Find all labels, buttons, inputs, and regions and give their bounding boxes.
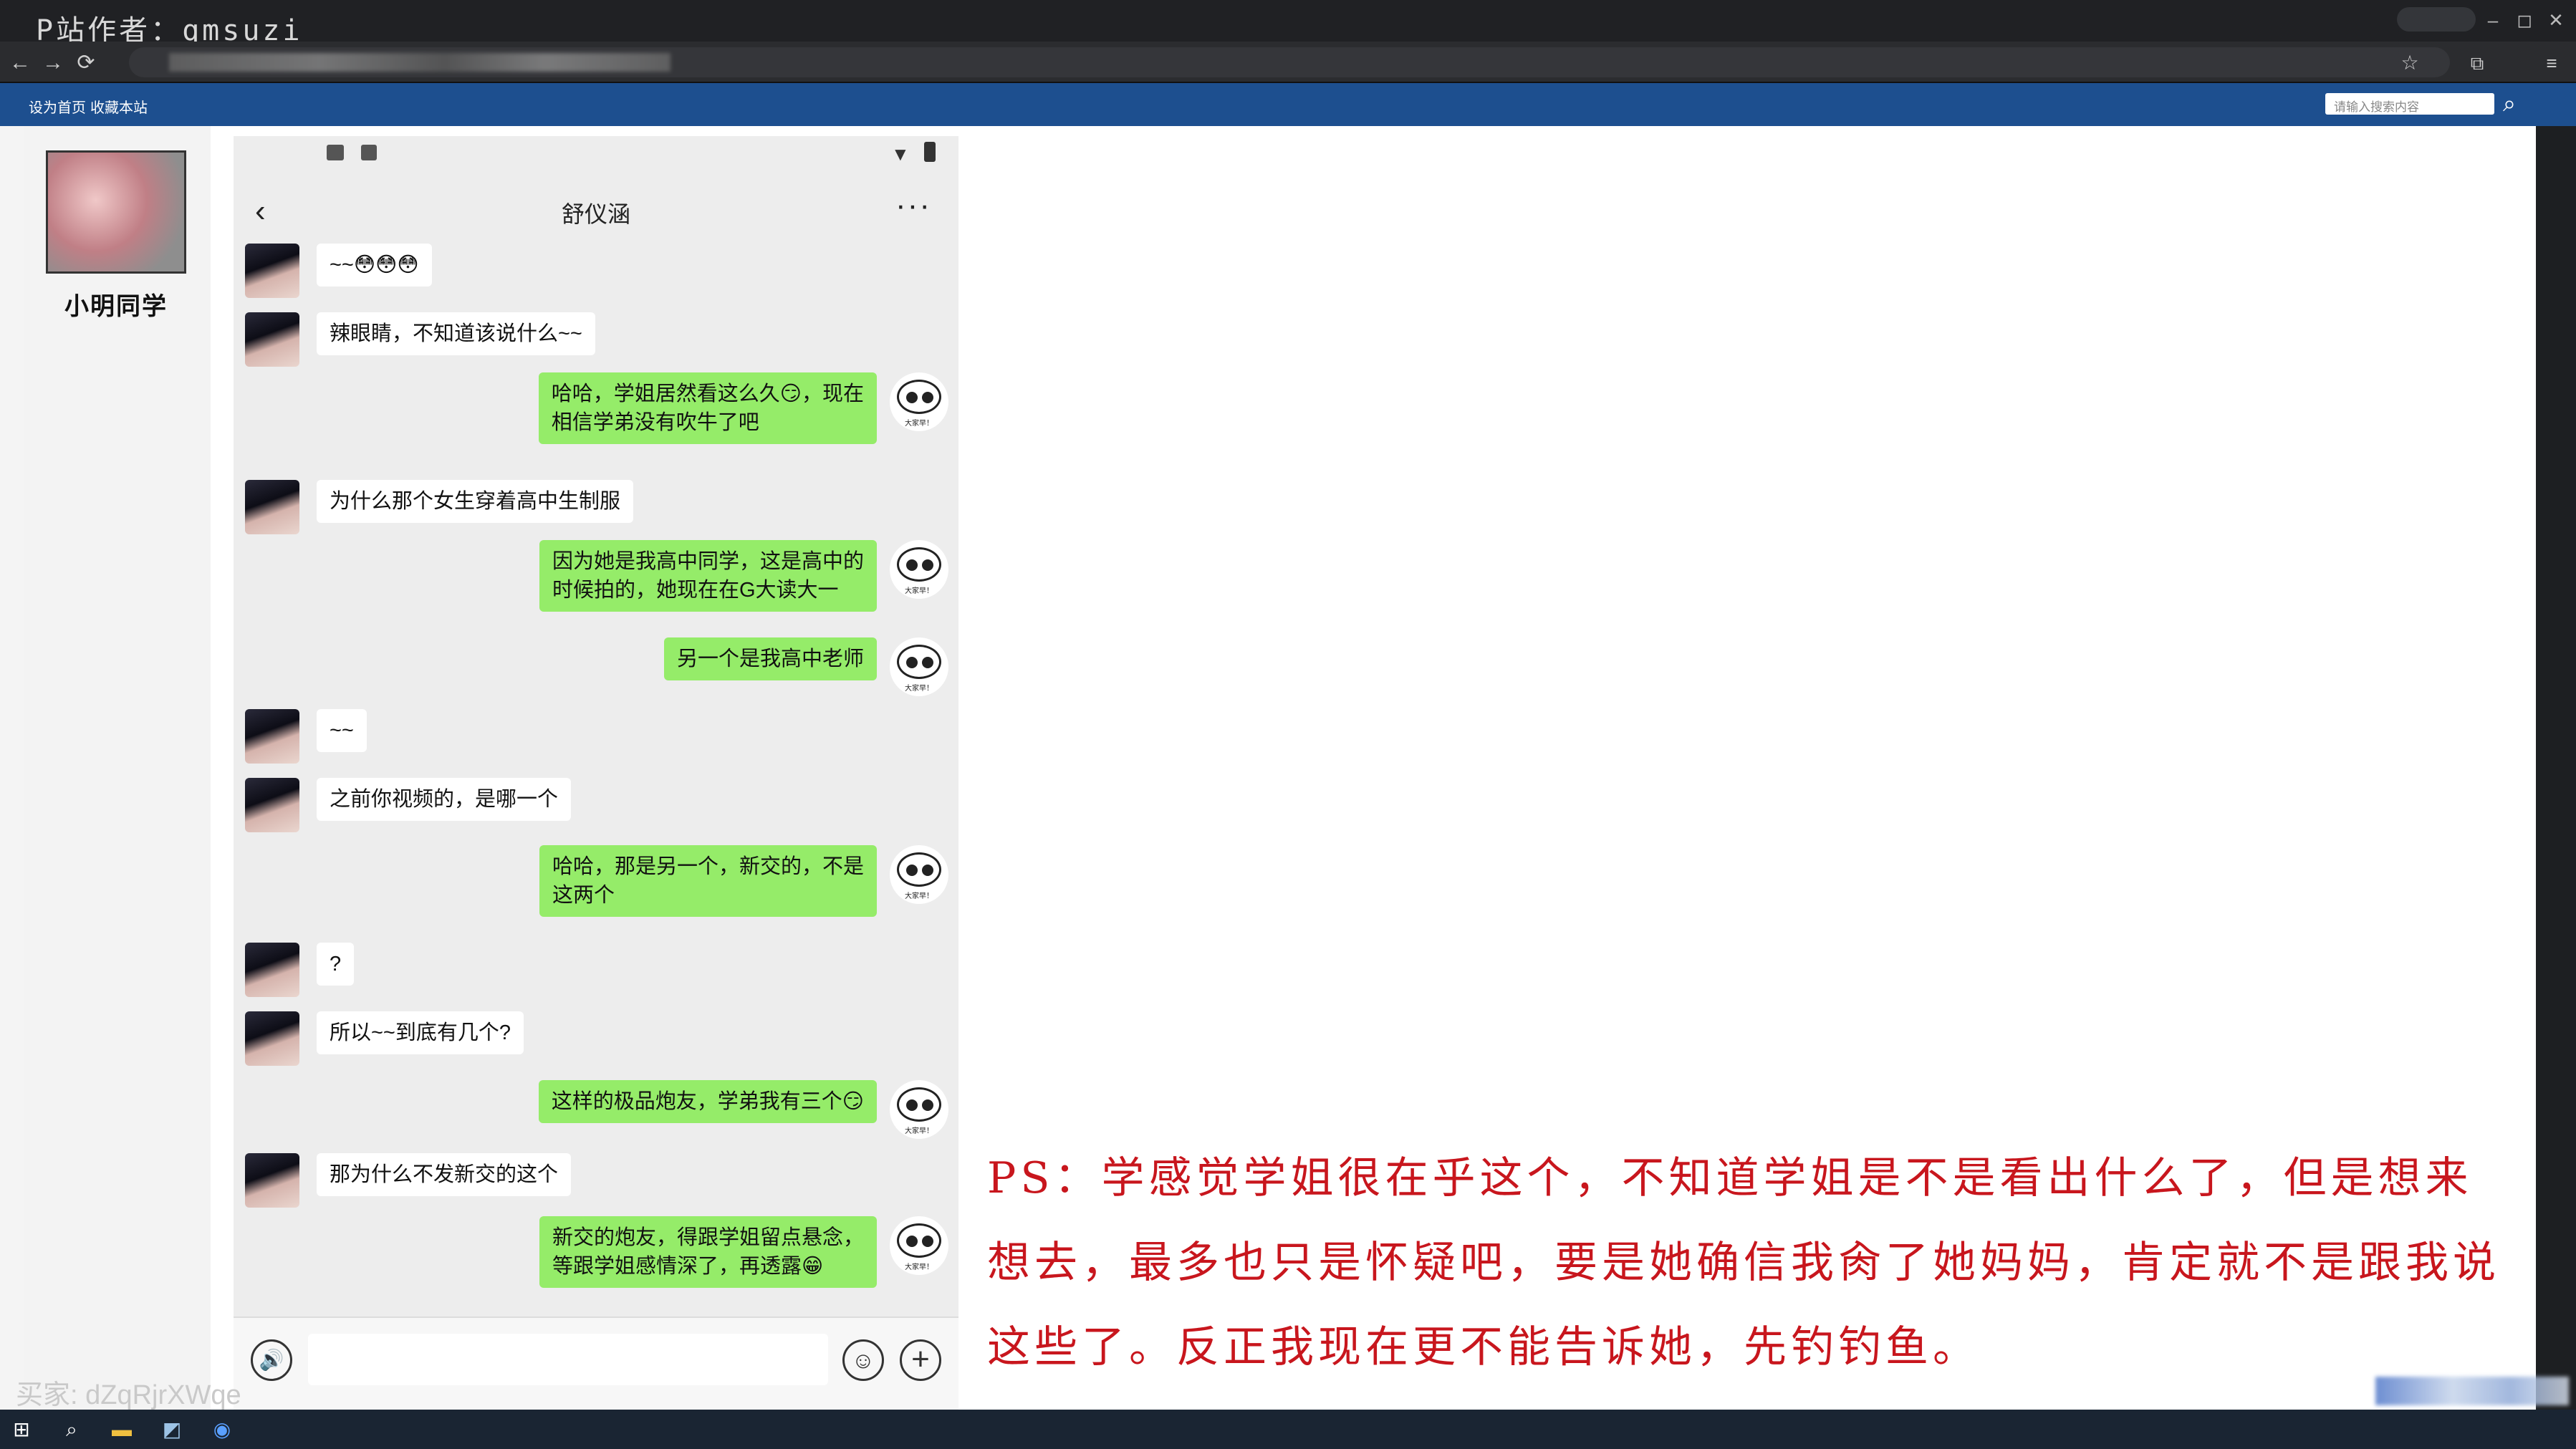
message-list: ~~😳😳😳 辣眼睛，不知道该说什么~~ 大家早！ 哈哈，学姐居然看这么久😏，现在 相信… xyxy=(234,136,958,1311)
sent-message-bubble[interactable]: 哈哈，学姐居然看这么久😏，现在 相信学弟没有吹牛了吧 xyxy=(538,372,877,444)
folder-icon[interactable]: ▬ xyxy=(109,1417,135,1443)
received-message-bubble[interactable]: ~~😳😳😳 xyxy=(317,244,432,287)
received-message-bubble[interactable]: ? xyxy=(317,943,355,986)
left-gutter xyxy=(0,126,24,1410)
blurred-logo xyxy=(2375,1377,2569,1405)
sent-message-bubble[interactable]: 新交的炮友，得跟学姐留点悬念， 等跟学姐感情深了，再透露😁 xyxy=(539,1216,877,1288)
contact-avatar[interactable] xyxy=(245,943,299,997)
my-avatar[interactable]: 大家早！ xyxy=(890,372,948,431)
site-header: 设为首页 收藏本站 请输入搜索内容 ⌕ xyxy=(0,83,2576,126)
contact-avatar[interactable] xyxy=(245,244,299,298)
received-message-bubble[interactable]: 辣眼睛，不知道该说什么~~ xyxy=(317,312,595,355)
contact-avatar[interactable] xyxy=(245,709,299,764)
contact-avatar[interactable] xyxy=(245,1011,299,1066)
contact-avatar[interactable] xyxy=(245,778,299,832)
back-icon[interactable]: ← xyxy=(4,47,36,79)
avatar-caption: 大家早！ xyxy=(905,1263,933,1271)
reload-icon[interactable]: ⟳ xyxy=(70,47,102,79)
my-avatar[interactable]: 大家早！ xyxy=(890,845,948,904)
avatar-caption: 大家早！ xyxy=(905,892,933,900)
my-avatar[interactable]: 大家早！ xyxy=(890,1216,948,1275)
restore-icon[interactable]: ◻ xyxy=(2510,6,2539,34)
received-message-bubble[interactable]: ~~ xyxy=(317,709,367,752)
ps-note: PS：学感觉学姐很在乎这个，不知道学姐是不是看出什么了，但是想来想去，最多也只是… xyxy=(987,1153,2500,1372)
my-avatar[interactable]: 大家早！ xyxy=(890,637,948,696)
my-avatar[interactable]: 大家早！ xyxy=(890,540,948,599)
received-message-bubble[interactable]: 为什么那个女生穿着高中生制服 xyxy=(317,480,634,523)
forward-icon[interactable]: → xyxy=(37,47,69,79)
extensions-icon[interactable]: ⧉ xyxy=(2461,47,2493,79)
extension-pill[interactable] xyxy=(2397,7,2476,32)
sent-message-bubble[interactable]: 另一个是我高中老师 xyxy=(663,637,877,680)
set-homepage-link[interactable]: 设为首页 xyxy=(29,96,86,117)
contact-avatar[interactable] xyxy=(245,312,299,367)
received-message-bubble[interactable]: 之前你视频的，是哪一个 xyxy=(317,778,572,821)
emoji-icon[interactable]: ☺ xyxy=(842,1339,884,1381)
minimize-icon[interactable]: – xyxy=(2479,6,2507,34)
avatar-caption: 大家早！ xyxy=(905,420,933,428)
avatar-caption: 大家早！ xyxy=(905,587,933,595)
chat-screenshot: ▼ ‹ 舒仪涵 ··· ~~😳😳😳 辣眼睛，不知道该说什么~~ 大家早！ 哈哈，学姐居… xyxy=(234,136,958,1410)
sent-message-bubble[interactable]: 因为她是我高中同学，这是高中的 时候拍的，她现在在G大读大一 xyxy=(539,540,877,612)
start-icon[interactable]: ⊞ xyxy=(9,1417,34,1443)
user-avatar[interactable] xyxy=(46,150,186,274)
chat-input-bar: 🔊 ☺ + xyxy=(234,1316,958,1410)
sent-message-bubble[interactable]: 哈哈，那是另一个，新交的，不是 这两个 xyxy=(539,845,877,917)
my-avatar[interactable]: 大家早！ xyxy=(890,1080,948,1139)
avatar-caption: 大家早！ xyxy=(905,1127,933,1135)
os-taskbar: ⊞ ⌕ ▬ ◩ ◉ xyxy=(0,1410,2576,1449)
browser-tab-bar: P站作者：qmsuzi – ◻ ✕ xyxy=(0,0,2576,47)
buyer-watermark: 买家: dZqRjrXWqe xyxy=(16,1380,241,1410)
search-icon[interactable]: ⌕ xyxy=(59,1417,85,1443)
close-icon[interactable]: ✕ xyxy=(2542,6,2570,34)
voice-icon[interactable]: 🔊 xyxy=(251,1339,292,1381)
browser-icon[interactable]: ◉ xyxy=(209,1417,235,1443)
contact-avatar[interactable] xyxy=(245,1153,299,1208)
address-bar-row: ← → ⟳ ☆ ⧉ ≡ xyxy=(0,42,2576,83)
username-label: 小明同学 xyxy=(64,293,168,320)
contact-avatar[interactable] xyxy=(245,480,299,534)
blurred-url xyxy=(169,53,671,72)
plus-icon[interactable]: + xyxy=(900,1339,941,1381)
message-input[interactable] xyxy=(308,1334,828,1385)
avatar-caption: 大家早！ xyxy=(905,685,933,693)
received-message-bubble[interactable]: 所以~~到底有几个? xyxy=(317,1011,524,1054)
received-message-bubble[interactable]: 那为什么不发新交的这个 xyxy=(317,1153,572,1196)
star-icon[interactable]: ☆ xyxy=(2394,47,2426,79)
menu-icon[interactable]: ≡ xyxy=(2536,47,2567,79)
app-icon[interactable]: ◩ xyxy=(159,1417,185,1443)
sent-message-bubble[interactable]: 这样的极品炮友，学弟我有三个😏 xyxy=(538,1080,877,1123)
bookmark-site-link[interactable]: 收藏本站 xyxy=(90,96,148,117)
search-icon[interactable]: ⌕ xyxy=(2503,90,2516,117)
site-search-input[interactable]: 请输入搜索内容 xyxy=(2325,93,2494,115)
